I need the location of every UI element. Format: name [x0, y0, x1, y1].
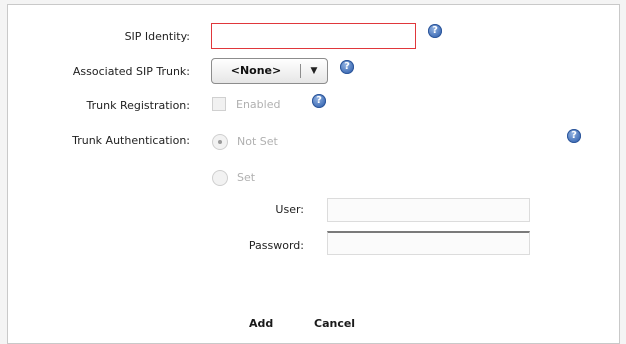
trunk-registration-checkbox[interactable] [212, 97, 226, 111]
trunk-authentication-label: Trunk Authentication: [72, 134, 190, 147]
radio-selected-dot [218, 140, 222, 144]
user-input[interactable] [327, 198, 530, 222]
password-label: Password: [248, 239, 304, 252]
sip-identity-input[interactable] [211, 23, 416, 49]
add-button[interactable]: Add [249, 317, 273, 330]
radio-set-label: Set [237, 171, 256, 184]
radio-set[interactable] [212, 170, 228, 186]
associated-sip-trunk-select[interactable]: <None> ▼ [211, 58, 328, 84]
help-icon[interactable]: ? [428, 24, 442, 38]
trunk-registration-checkbox-label: Enabled [236, 98, 281, 111]
radio-not-set[interactable] [212, 134, 228, 150]
cancel-button[interactable]: Cancel [314, 317, 355, 330]
help-icon[interactable]: ? [312, 94, 326, 108]
chevron-down-icon[interactable]: ▼ [304, 59, 324, 83]
help-icon[interactable]: ? [340, 60, 354, 74]
sip-identity-label: SIP Identity: [124, 30, 190, 43]
dropdown-separator [300, 64, 301, 78]
user-label: User: [275, 203, 304, 216]
sip-identity-form-panel [7, 4, 620, 344]
associated-sip-trunk-selected-value: <None> [230, 64, 282, 77]
password-input[interactable] [327, 231, 530, 255]
radio-not-set-label: Not Set [237, 135, 278, 148]
associated-sip-trunk-label: Associated SIP Trunk: [72, 65, 190, 78]
help-icon[interactable]: ? [567, 129, 581, 143]
trunk-registration-label: Trunk Registration: [86, 99, 190, 112]
